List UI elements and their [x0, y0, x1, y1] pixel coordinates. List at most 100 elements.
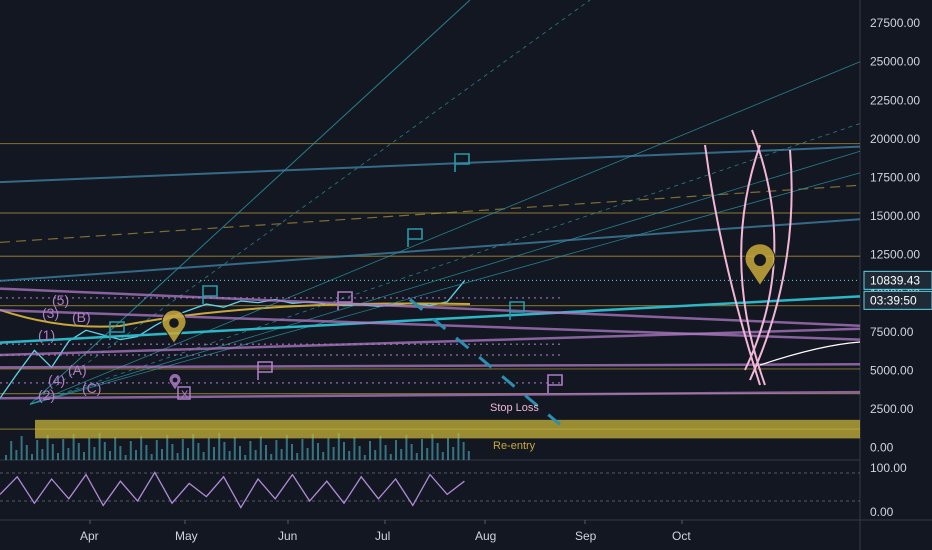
last-price-value: 10839.43 — [870, 273, 920, 287]
volume-bar — [176, 453, 179, 460]
volume-bar — [348, 451, 351, 460]
volume-bar — [421, 439, 423, 460]
x-axis-tick-label: Apr — [80, 529, 99, 543]
x-axis-tick-label: Oct — [672, 529, 691, 543]
volume-bar — [259, 436, 262, 460]
osc-axis-tick-label: 0.00 — [870, 505, 894, 519]
volume-bar — [379, 436, 382, 460]
volume-bar — [171, 444, 174, 460]
volume-bar — [25, 445, 28, 460]
volume-bar — [415, 453, 418, 460]
volume-bar — [405, 435, 408, 460]
y-axis-tick-label: 20000.00 — [870, 132, 920, 146]
volume-bar — [114, 437, 117, 460]
volume-bar — [10, 441, 13, 460]
volume-bar — [270, 454, 273, 460]
volume-bar — [57, 453, 59, 460]
volume-bar — [140, 436, 143, 460]
volume-bar — [374, 450, 377, 460]
volume-bar — [322, 452, 325, 460]
volume-bar — [280, 449, 283, 460]
y-axis-tick-label: 15000.00 — [870, 209, 920, 223]
x-axis-tick-label: Jul — [375, 529, 390, 543]
volume-bar — [213, 447, 215, 460]
volume-bar — [239, 446, 241, 460]
y-axis-tick-label: 0.00 — [870, 441, 894, 455]
volume-bar — [145, 445, 148, 460]
wave-label: (1) — [38, 327, 55, 343]
volume-bar — [129, 441, 132, 460]
volume-bar — [202, 452, 205, 460]
x-axis-tick-label: May — [175, 529, 198, 543]
volume-bar — [462, 442, 465, 460]
volume-bar — [389, 454, 392, 460]
re-entry-zone[interactable] — [35, 419, 860, 439]
volume-bar — [452, 447, 455, 460]
volume-bar — [233, 437, 236, 460]
volume-bar — [296, 453, 299, 460]
volume-bar — [51, 444, 54, 460]
y-axis-tick-label: 25000.00 — [870, 55, 920, 69]
volume-bar — [363, 455, 366, 460]
volume-bar — [332, 447, 335, 460]
volume-bar — [436, 443, 439, 460]
volume-bar — [150, 454, 153, 460]
x-axis-tick-label: Aug — [475, 529, 496, 543]
volume-bar — [441, 452, 444, 460]
x-axis-tick-label: Sep — [575, 529, 597, 543]
volume-bar — [124, 455, 127, 460]
y-axis-tick-label: 22500.00 — [870, 93, 920, 107]
volume-bar — [31, 454, 33, 460]
volume-bar — [426, 448, 429, 460]
volume-bar — [93, 447, 96, 460]
volume-bar — [77, 443, 80, 460]
re-entry-label: Re-entry — [493, 440, 536, 452]
volume-bar — [119, 446, 122, 460]
trading-chart[interactable]: X(5)(3) (B)(1)(A)(4) (C)(2)Stop LossRe-ent… — [0, 0, 932, 550]
wave-label: (C) — [82, 380, 101, 396]
y-axis-tick-label: 5000.00 — [870, 363, 914, 377]
volume-bar — [181, 439, 184, 460]
volume-bar — [291, 444, 293, 460]
volume-bar — [223, 442, 226, 460]
chart-background — [0, 0, 932, 550]
pin-marker-icon-center — [754, 254, 766, 266]
volume-bar — [327, 438, 330, 460]
volume-bar — [343, 442, 345, 460]
volume-bar — [410, 444, 413, 460]
volume-bar — [36, 440, 39, 460]
wave-label: (2) — [38, 387, 55, 403]
volume-bar — [317, 443, 319, 460]
volume-bar — [197, 443, 200, 460]
x-marker-label: X — [181, 389, 189, 401]
volume-bar — [384, 445, 387, 460]
volume-bar — [207, 438, 210, 460]
volume-bar — [166, 435, 169, 460]
y-axis-tick-label: 12500.00 — [870, 248, 920, 262]
osc-axis-tick-label: 100.00 — [870, 461, 907, 475]
volume-bar — [88, 438, 91, 460]
volume-bar — [83, 452, 85, 460]
volume-bar — [301, 439, 304, 460]
pin-marker-icon-center — [169, 318, 179, 328]
y-axis-tick-label: 27500.00 — [870, 16, 920, 30]
volume-bar — [285, 435, 288, 460]
wave-label: (A) — [68, 362, 87, 378]
volume-bar — [353, 437, 356, 460]
volume-bar — [161, 449, 163, 460]
volume-bar — [41, 449, 44, 460]
countdown-value: 03:39:50 — [870, 293, 917, 307]
volume-bar — [109, 451, 111, 460]
volume-bar — [62, 439, 65, 460]
volume-bar — [306, 448, 309, 460]
volume-bar — [228, 451, 231, 460]
wave-label: (B) — [72, 309, 91, 325]
y-axis-tick-label: 2500.00 — [870, 402, 914, 416]
volume-bar — [467, 451, 470, 460]
x-axis-tick-label: Jun — [278, 529, 297, 543]
volume-bar — [103, 442, 106, 460]
volume-bar — [5, 455, 7, 460]
volume-bar — [155, 440, 158, 460]
pin-marker-icon-center — [172, 377, 178, 383]
volume-bar — [249, 441, 252, 460]
